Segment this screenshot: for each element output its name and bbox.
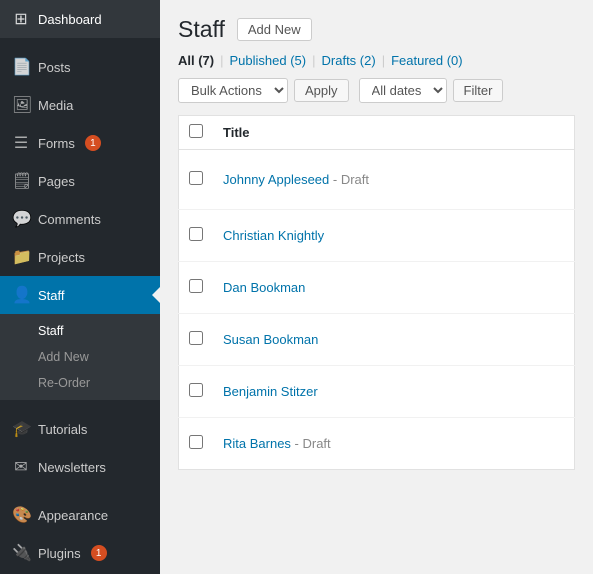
- staff-icon: 👤: [12, 285, 30, 305]
- filter-tabs: All (7) | Published (5) | Drafts (2) | F…: [178, 53, 575, 68]
- sub-menu-item-add-new[interactable]: Add New: [0, 344, 160, 370]
- sidebar: ⊞ Dashboard 📄 Posts 🖼 Media ☰ Forms 1 🗒 …: [0, 0, 160, 574]
- sidebar-item-dashboard[interactable]: ⊞ Dashboard: [0, 0, 160, 38]
- sidebar-item-media[interactable]: 🖼 Media: [0, 86, 160, 124]
- sidebar-item-label: Projects: [38, 250, 85, 265]
- staff-name-link[interactable]: Johnny Appleseed: [223, 172, 329, 187]
- sidebar-item-appearance[interactable]: 🎨 Appearance: [0, 496, 160, 534]
- draft-label: - Draft: [291, 436, 331, 451]
- sidebar-item-label: Pages: [38, 174, 75, 189]
- tab-published[interactable]: Published (5): [224, 53, 313, 68]
- select-all-checkbox[interactable]: [189, 124, 203, 138]
- table-row: Susan Bookman: [179, 314, 575, 366]
- table-row: Christian Knightly: [179, 210, 575, 262]
- forms-badge: 1: [85, 135, 101, 151]
- row-checkbox[interactable]: [189, 279, 203, 293]
- sidebar-item-newsletters[interactable]: ✉ Newsletters: [0, 448, 160, 486]
- projects-icon: 📁: [12, 247, 30, 267]
- tab-drafts[interactable]: Drafts (2): [316, 53, 382, 68]
- appearance-icon: 🎨: [12, 505, 30, 525]
- col-header-title: Title: [213, 116, 575, 150]
- sidebar-item-label: Forms: [38, 136, 75, 151]
- page-title: Staff: [178, 16, 225, 43]
- main-content: Staff Add New All (7) | Published (5) | …: [160, 0, 593, 574]
- sidebar-item-label: Newsletters: [38, 460, 106, 475]
- sub-menu-item-staff[interactable]: Staff: [0, 318, 160, 344]
- table-row: Johnny Appleseed - Draft: [179, 150, 575, 210]
- apply-button[interactable]: Apply: [294, 79, 349, 102]
- row-checkbox[interactable]: [189, 435, 203, 449]
- row-checkbox[interactable]: [189, 171, 203, 185]
- sidebar-item-forms[interactable]: ☰ Forms 1: [0, 124, 160, 162]
- sidebar-item-projects[interactable]: 📁 Projects: [0, 238, 160, 276]
- forms-icon: ☰: [12, 133, 30, 153]
- sidebar-item-label: Staff: [38, 288, 65, 303]
- sidebar-item-staff[interactable]: 👤 Staff: [0, 276, 160, 314]
- comments-icon: 💬: [12, 209, 30, 229]
- sidebar-item-label: Plugins: [38, 546, 81, 561]
- tab-featured[interactable]: Featured (0): [385, 53, 469, 68]
- plugins-badge: 1: [91, 545, 107, 561]
- newsletters-icon: ✉: [12, 457, 30, 477]
- col-header-checkbox: [179, 116, 214, 150]
- staff-name-link[interactable]: Christian Knightly: [223, 228, 324, 243]
- sidebar-item-label: Dashboard: [38, 12, 102, 27]
- dates-select[interactable]: All dates: [359, 78, 447, 103]
- staff-name-link[interactable]: Dan Bookman: [223, 280, 305, 295]
- table-row: Rita Barnes - Draft: [179, 418, 575, 470]
- sub-menu-item-re-order[interactable]: Re-Order: [0, 370, 160, 396]
- tab-all[interactable]: All (7): [178, 53, 220, 68]
- staff-sub-menu: Staff Add New Re-Order: [0, 314, 160, 400]
- staff-name-link[interactable]: Susan Bookman: [223, 332, 318, 347]
- active-arrow: [152, 287, 160, 303]
- sidebar-item-label: Comments: [38, 212, 101, 227]
- row-checkbox[interactable]: [189, 383, 203, 397]
- staff-table: Title Johnny Appleseed - Draft Christian …: [178, 115, 575, 470]
- sidebar-item-comments[interactable]: 💬 Comments: [0, 200, 160, 238]
- tutorials-icon: 🎓: [12, 419, 30, 439]
- sidebar-item-label: Tutorials: [38, 422, 87, 437]
- sidebar-item-pages[interactable]: 🗒 Pages: [0, 162, 160, 200]
- table-row: Dan Bookman: [179, 262, 575, 314]
- toolbar: Bulk Actions Apply All dates Filter: [178, 78, 575, 103]
- table-row: Benjamin Stitzer: [179, 366, 575, 418]
- plugins-icon: 🔌: [12, 543, 30, 563]
- staff-name-link[interactable]: Benjamin Stitzer: [223, 384, 318, 399]
- sidebar-item-posts[interactable]: 📄 Posts: [0, 48, 160, 86]
- page-header: Staff Add New: [178, 16, 575, 43]
- sidebar-item-label: Appearance: [38, 508, 108, 523]
- draft-label: - Draft: [329, 172, 369, 187]
- row-checkbox[interactable]: [189, 227, 203, 241]
- sidebar-item-plugins[interactable]: 🔌 Plugins 1: [0, 534, 160, 572]
- media-icon: 🖼: [12, 95, 30, 115]
- posts-icon: 📄: [12, 57, 30, 77]
- sidebar-item-label: Posts: [38, 60, 71, 75]
- row-checkbox[interactable]: [189, 331, 203, 345]
- sidebar-item-tutorials[interactable]: 🎓 Tutorials: [0, 410, 160, 448]
- dashboard-icon: ⊞: [12, 9, 30, 29]
- add-new-button[interactable]: Add New: [237, 18, 312, 41]
- bulk-actions-select[interactable]: Bulk Actions: [178, 78, 288, 103]
- staff-name-link[interactable]: Rita Barnes: [223, 436, 291, 451]
- pages-icon: 🗒: [12, 171, 30, 191]
- sidebar-item-label: Media: [38, 98, 73, 113]
- filter-button[interactable]: Filter: [453, 79, 504, 102]
